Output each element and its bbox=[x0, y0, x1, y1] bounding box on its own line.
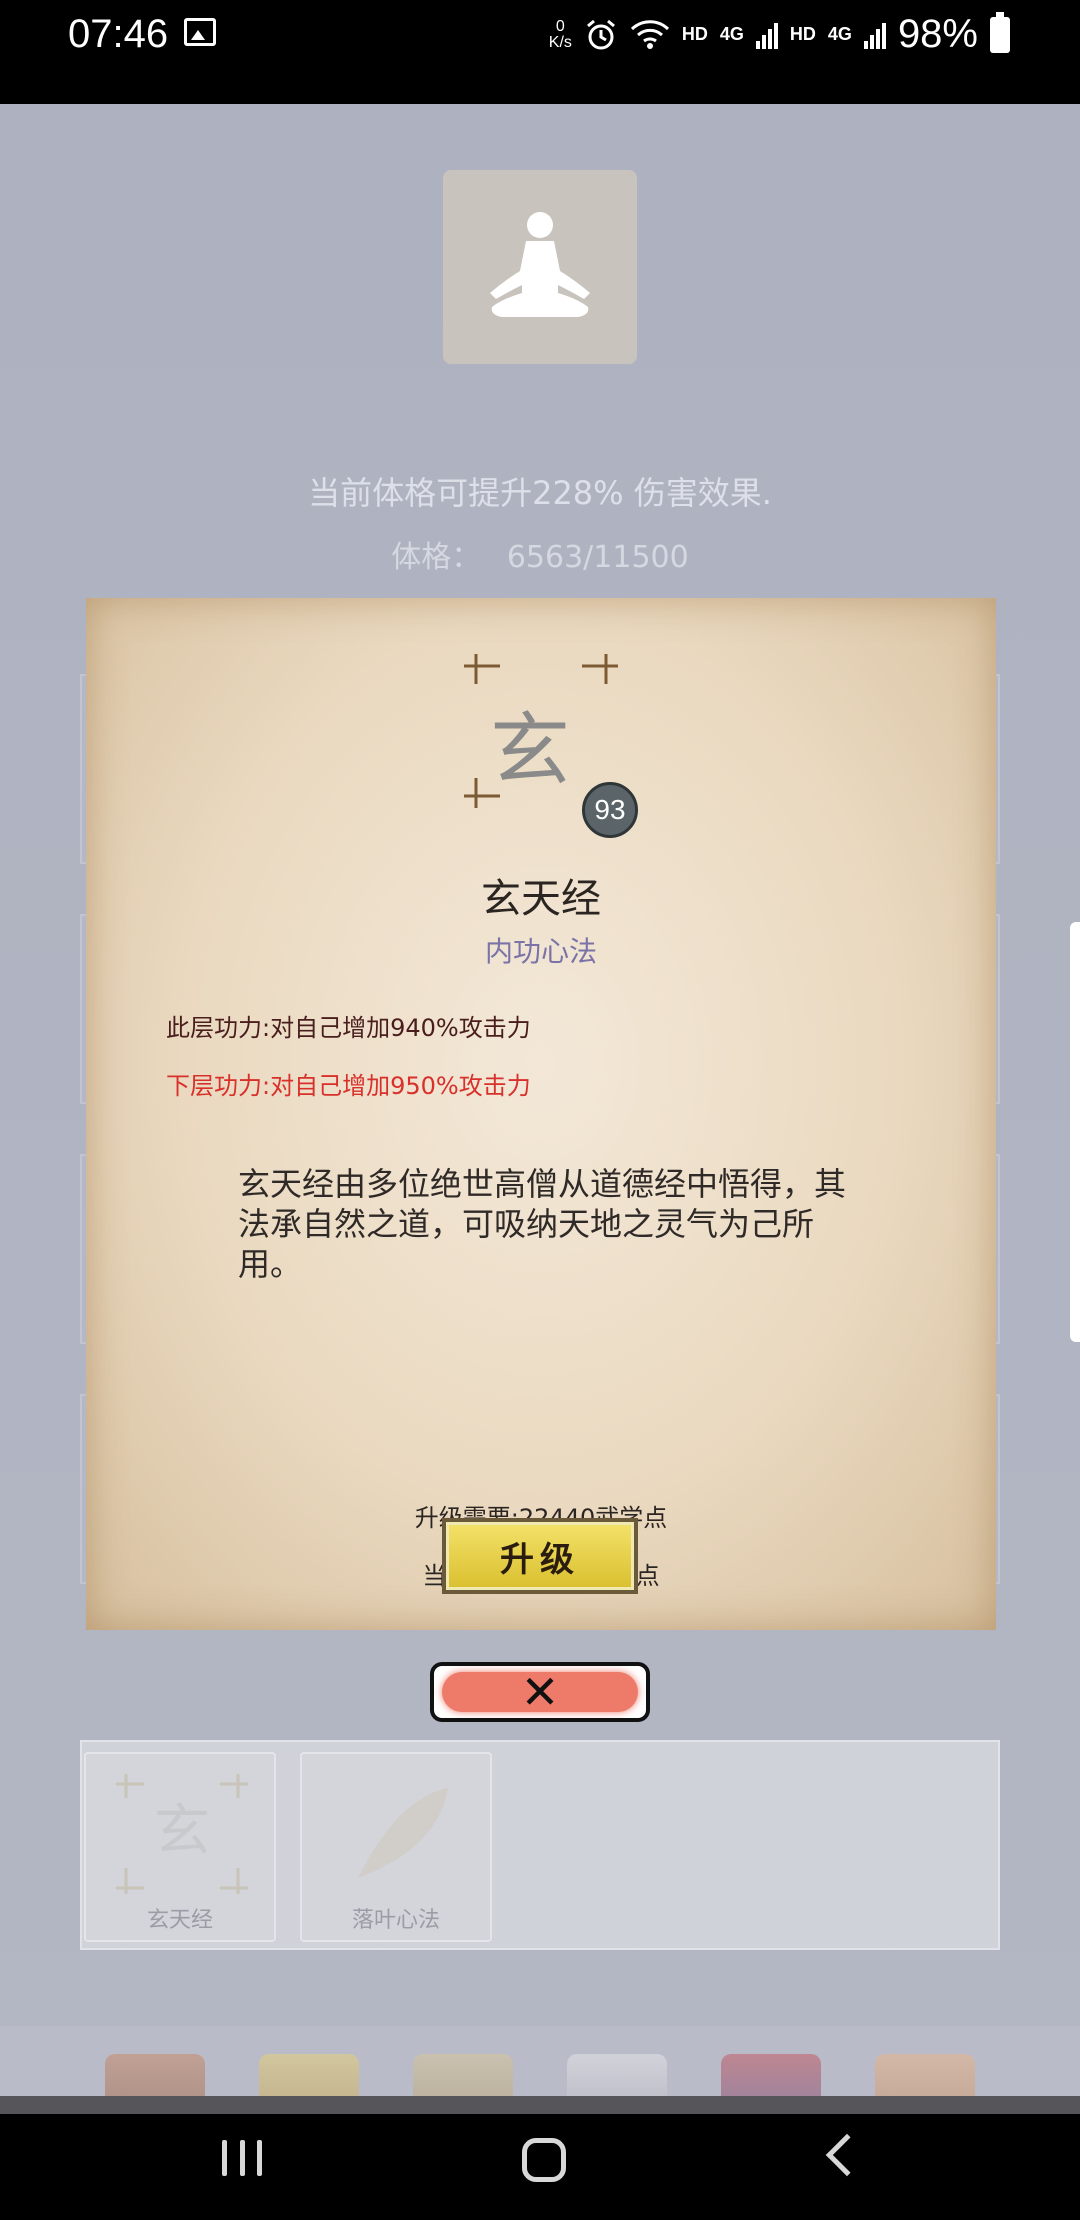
back-icon[interactable] bbox=[825, 2133, 869, 2177]
image-notification-icon bbox=[184, 18, 216, 46]
side-scroll-handle[interactable] bbox=[1070, 922, 1080, 1342]
close-button[interactable]: ✕ bbox=[430, 1662, 650, 1722]
next-layer-effect: 下层功力:对自己增加950%攻击力 bbox=[166, 1072, 531, 1100]
tizhi-stat: 体格： 6563/11500 bbox=[0, 532, 1080, 576]
skill-name: 玄天经 bbox=[481, 876, 601, 922]
skill-card-label: 玄天经 bbox=[146, 1908, 213, 1933]
hd-indicator-1: HD bbox=[681, 24, 708, 44]
hd-indicator-2: HD bbox=[789, 24, 816, 44]
wifi-icon bbox=[630, 19, 669, 49]
close-icon: ✕ bbox=[520, 1665, 560, 1719]
system-nav-bar bbox=[0, 2114, 1080, 2220]
status-time: 07:46 bbox=[68, 12, 169, 56]
tizhi-description: 当前体格可提升228% 伤害效果. bbox=[308, 474, 772, 512]
skill-card-glyph: 玄 bbox=[154, 1799, 210, 1864]
net-speed: 0 K/s bbox=[548, 17, 572, 51]
leaf-icon bbox=[358, 1788, 448, 1878]
skill-level-badge: 93 bbox=[582, 782, 638, 838]
home-button-icon[interactable] bbox=[522, 2138, 566, 2182]
current-layer-effect: 此层功力:对自己增加940%攻击力 bbox=[166, 1014, 531, 1042]
tizhi-value: 6563/11500 bbox=[506, 540, 689, 575]
skill-card-xuantianjing[interactable]: 玄 玄天经 bbox=[84, 1752, 276, 1942]
battery-percent: 98% bbox=[897, 12, 978, 56]
recent-apps-icon[interactable] bbox=[222, 2140, 262, 2180]
meditation-avatar bbox=[443, 170, 637, 364]
signal-bars-icon bbox=[755, 22, 778, 49]
signal-bars-icon bbox=[863, 22, 886, 49]
game-screen: 当前体格可提升228% 伤害效果. 体格： 6563/11500 玄 93 玄天… bbox=[0, 104, 1080, 2202]
status-bar: 07:46 0 K/s HD 4G HD 4G 98% bbox=[0, 0, 1080, 104]
skill-tray: 玄 玄天经 落叶心法 bbox=[80, 1740, 1000, 1950]
skill-description: 玄天经由多位绝世高僧从道德经中悟得，其法承自然之道，可吸纳天地之灵气为己所用。 bbox=[238, 1165, 847, 1283]
skill-card-luoye[interactable]: 落叶心法 bbox=[300, 1752, 492, 1942]
alarm-icon bbox=[586, 19, 615, 49]
upgrade-button[interactable]: 升级 bbox=[442, 1518, 638, 1594]
skill-type: 内功心法 bbox=[484, 935, 597, 968]
skill-card-label: 落叶心法 bbox=[351, 1908, 440, 1933]
skill-detail-panel: 玄 93 玄天经 内功心法 此层功力:对自己增加940%攻击力 下层功力:对自己… bbox=[86, 598, 996, 1630]
skill-icon-glyph: 玄 bbox=[490, 704, 570, 797]
signal-4g-1: 4G bbox=[719, 24, 744, 44]
tizhi-label: 体格： bbox=[391, 540, 482, 575]
status-indicators: 0 K/s HD 4G HD 4G 98% bbox=[548, 11, 1010, 57]
battery-icon bbox=[990, 11, 1010, 53]
skill-card-icon: 玄 bbox=[116, 1774, 248, 1894]
meditation-figure-icon bbox=[490, 212, 590, 317]
bottom-divider bbox=[0, 2096, 1080, 2114]
signal-4g-2: 4G bbox=[827, 24, 852, 44]
